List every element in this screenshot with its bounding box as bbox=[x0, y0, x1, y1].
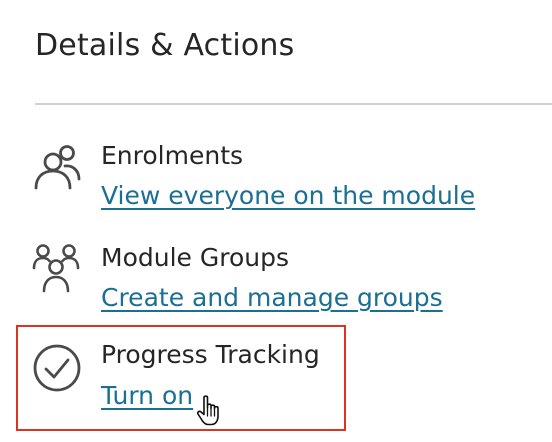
enrolments-heading: Enrolments bbox=[101, 141, 244, 170]
turn-on-link[interactable]: Turn on bbox=[101, 381, 193, 410]
enrolments-icon bbox=[32, 140, 84, 192]
panel-title: Details & Actions bbox=[35, 28, 295, 63]
divider bbox=[35, 103, 552, 105]
module-groups-heading: Module Groups bbox=[101, 243, 289, 272]
view-everyone-link[interactable]: View everyone on the module bbox=[101, 181, 475, 210]
progress-tracking-heading: Progress Tracking bbox=[101, 340, 320, 369]
hand-pointer-icon bbox=[195, 394, 225, 428]
module-groups-icon bbox=[32, 242, 84, 294]
details-actions-panel: Details & Actions Enrolments View everyo… bbox=[0, 0, 552, 442]
progress-check-icon bbox=[32, 343, 84, 395]
create-manage-groups-link[interactable]: Create and manage groups bbox=[101, 283, 443, 312]
